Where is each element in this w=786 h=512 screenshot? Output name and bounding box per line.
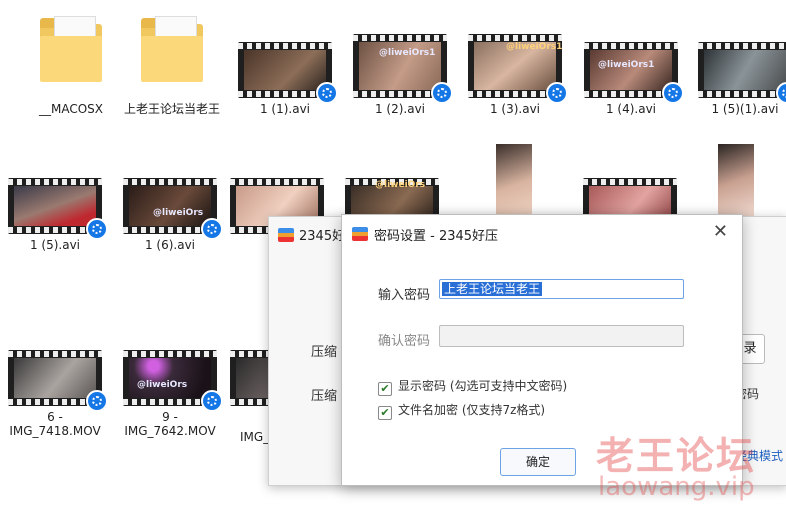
file-label: 1 (5)(1).avi [711,102,779,116]
site-watermark-url: laowang.vip [598,472,755,502]
video-player-icon [431,82,453,104]
file-label: 6 - IMG_7418.MOV [9,410,101,438]
file-label: 1 (1).avi [259,102,311,116]
video-player-icon [546,82,568,104]
folder-icon [141,16,203,82]
video-player-icon [201,390,223,412]
password-value: 上老王论坛当老王 [442,282,543,296]
video-watermark: @liweiOrs1 [506,42,563,52]
file-video-1-5-1[interactable]: 1 (5)(1).avi [690,42,786,116]
file-label: 9 - IMG_7642.MOV [124,410,216,438]
video-player-icon [662,82,684,104]
video-watermark: @liweiOrs1 [379,48,436,58]
video-watermark: @liweiOrs1 [598,60,655,70]
file-label: 上老王论坛当老王 [123,102,220,116]
encrypt-filenames-label: 文件名加密 (仅支持7z格式) [398,403,546,417]
video-player-icon [316,82,338,104]
file-label: 1 (6).avi [144,238,196,252]
portrait-thumbnail[interactable] [718,144,754,218]
file-macosx[interactable]: __MACOSX [16,16,126,116]
video-watermark: @liweiOrs [153,208,204,218]
file-label: 1 (5).avi [29,238,81,252]
video-watermark: @liweiOrs [137,380,188,390]
portrait-thumbnail[interactable] [496,144,532,218]
show-password-label: 显示密码 (勾选可支持中文密码) [398,379,568,393]
confirm-password-label: 确认密码 [378,334,431,349]
password-label: 输入密码 [378,288,431,303]
encrypt-filenames-option[interactable]: ✔ 文件名加密 (仅支持7z格式) [378,401,545,420]
confirm-password-input[interactable] [439,325,684,347]
file-label: __MACOSX [38,102,103,116]
app-2345-icon [352,227,368,241]
file-video-1-1[interactable]: 1 (1).avi [230,42,340,116]
checkbox-checked-icon[interactable]: ✔ [378,382,392,396]
video-player-icon [201,218,223,240]
file-video-6-img7418[interactable]: 6 - IMG_7418.MOV [0,350,110,438]
folder-icon [40,16,102,82]
video-player-icon [86,390,108,412]
file-video-1-2[interactable]: @liweiOrs1 1 (2).avi [345,34,455,116]
ok-button[interactable]: 确定 [500,448,576,476]
compress-label: 压缩 [311,389,338,404]
file-label: 1 (4).avi [605,102,657,116]
checkbox-checked-icon[interactable]: ✔ [378,406,392,420]
video-player-icon [776,82,786,104]
file-label: 1 (2).avi [374,102,426,116]
app-2345-icon [278,228,294,242]
dialog-title: 密码设置 - 2345好压 [374,229,499,244]
file-folder-laowang[interactable]: 上老王论坛当老王 [117,16,227,116]
file-label: IMG_ [240,430,270,444]
file-video-1-5[interactable]: 1 (5).avi [0,178,110,252]
compress-label: 压缩 [311,345,338,360]
file-video-1-3[interactable]: @liweiOrs1 1 (3).avi [460,34,570,116]
window-title: 2345好 [299,229,346,244]
video-watermark: @liweiOrs [375,180,426,190]
video-player-icon [86,218,108,240]
file-video-9-img7642[interactable]: @liweiOrs 9 - IMG_7642.MOV [115,350,225,438]
video-thumbnail [698,42,786,98]
file-video-1-6[interactable]: @liweiOrs 1 (6).avi [115,178,225,252]
file-video-1-4[interactable]: @liweiOrs1 1 (4).avi [576,42,686,116]
file-label: 1 (3).avi [489,102,541,116]
password-input[interactable]: 上老王论坛当老王 [439,279,684,299]
show-password-option[interactable]: ✔ 显示密码 (勾选可支持中文密码) [378,377,567,396]
close-icon[interactable]: ✕ [713,221,728,242]
